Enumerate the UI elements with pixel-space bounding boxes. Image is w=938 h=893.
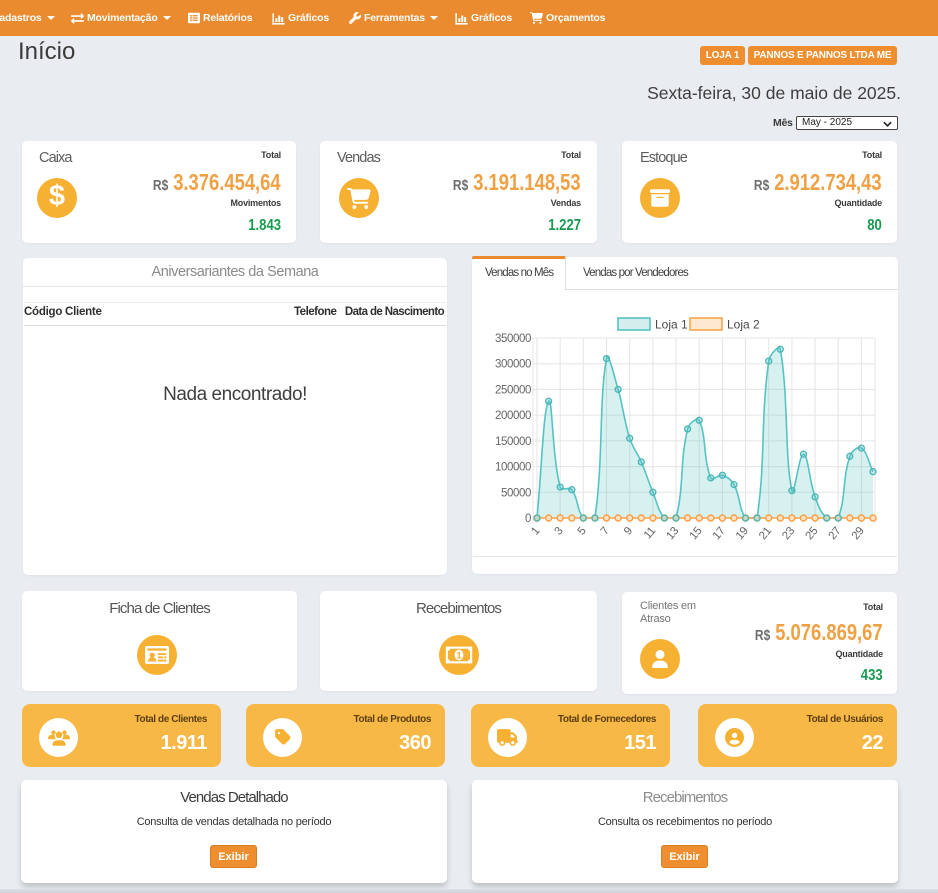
svg-text:3: 3: [552, 525, 565, 537]
svg-text:1: 1: [529, 525, 542, 537]
svg-text:13: 13: [664, 525, 681, 542]
svg-text:200000: 200000: [495, 410, 531, 422]
svg-text:150000: 150000: [495, 436, 531, 448]
svg-text:1: 1: [456, 651, 462, 662]
svg-text:100000: 100000: [495, 462, 531, 474]
svg-text:7: 7: [599, 525, 612, 537]
svg-text:21: 21: [757, 525, 774, 542]
svg-text:50000: 50000: [501, 487, 531, 499]
svg-text:350000: 350000: [495, 333, 531, 345]
svg-text:29: 29: [850, 525, 867, 542]
svg-text:19: 19: [734, 525, 751, 542]
svg-text:25: 25: [803, 525, 820, 542]
svg-text:27: 27: [827, 525, 844, 542]
svg-text:23: 23: [780, 525, 797, 542]
svg-text:Loja 2: Loja 2: [727, 318, 760, 332]
svg-text:9: 9: [622, 525, 635, 537]
svg-text:5: 5: [576, 525, 589, 537]
svg-text:15: 15: [688, 525, 705, 542]
svg-text:250000: 250000: [495, 384, 531, 396]
svg-text:11: 11: [642, 525, 658, 541]
svg-text:300000: 300000: [495, 359, 531, 371]
svg-text:Loja 1: Loja 1: [655, 318, 688, 332]
svg-text:0: 0: [525, 513, 531, 525]
svg-text:17: 17: [711, 525, 728, 542]
